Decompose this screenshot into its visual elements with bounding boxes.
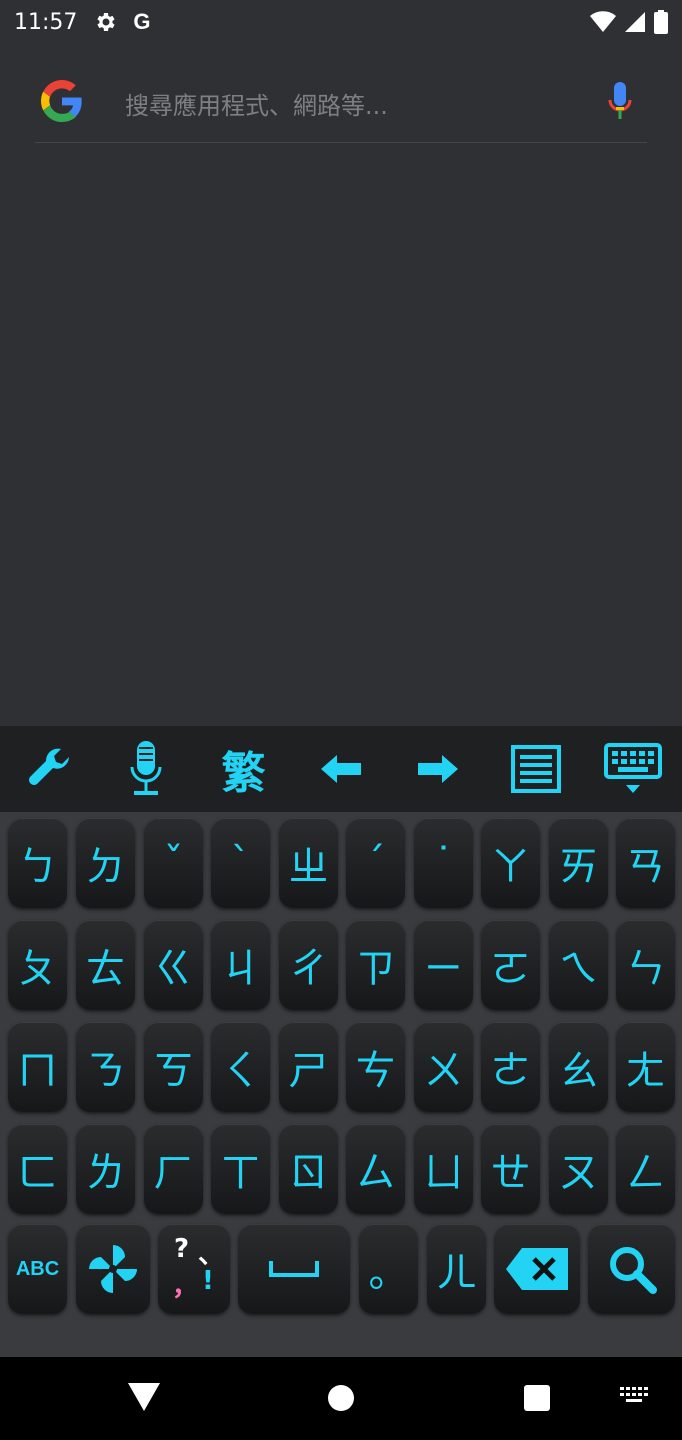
hide-keyboard-button[interactable] (585, 726, 682, 812)
key-sh[interactable]: ㄕ (279, 1022, 338, 1112)
home-circle-icon[interactable] (328, 1385, 354, 1411)
arrow-left-icon (320, 755, 361, 783)
key-ao[interactable]: ㄠ (549, 1022, 608, 1112)
abc-mode-key[interactable]: ABC (8, 1224, 67, 1314)
recents-square-icon[interactable] (524, 1385, 550, 1411)
key-zh[interactable]: ㄓ (279, 818, 338, 908)
key-j[interactable]: ㄐ (211, 920, 270, 1010)
key-t[interactable]: ㄊ (76, 920, 135, 1010)
key-eng[interactable]: ㄥ (616, 1124, 675, 1214)
input-method-switch-key[interactable] (76, 1224, 150, 1314)
key-eh[interactable]: ㄝ (481, 1124, 540, 1214)
key-a[interactable]: ㄚ (481, 818, 540, 908)
status-bar: 11:57 G (0, 0, 682, 44)
key-n[interactable]: ㄋ (76, 1022, 135, 1112)
google-status-icon: G (133, 9, 151, 34)
key-c[interactable]: ㄘ (346, 1022, 405, 1112)
key-h[interactable]: ㄏ (144, 1124, 203, 1214)
key-ai[interactable]: ㄞ (549, 818, 608, 908)
wrench-icon (28, 748, 69, 785)
key-tone5[interactable]: ˙ (414, 818, 473, 908)
key-ou[interactable]: ㄡ (549, 1124, 608, 1214)
search-enter-key[interactable] (588, 1224, 675, 1314)
key-p[interactable]: ㄆ (8, 920, 67, 1010)
key-m[interactable]: ㄇ (8, 1022, 67, 1112)
google-logo-icon (41, 80, 82, 122)
key-ei[interactable]: ㄟ (549, 920, 608, 1010)
traditional-chinese-toggle[interactable]: 繁 (195, 726, 292, 812)
traditional-label: 繁 (221, 748, 266, 799)
key-er[interactable]: ㄦ (427, 1224, 486, 1314)
key-tone3[interactable]: ˇ (144, 818, 203, 908)
punctuation-glyphs: ? 、 ， ! (172, 1234, 225, 1302)
key-l[interactable]: ㄌ (76, 1124, 135, 1214)
key-i[interactable]: ㄧ (414, 920, 473, 1010)
key-f[interactable]: ㄈ (8, 1124, 67, 1214)
search-bar[interactable]: 搜尋應用程式、網路等... (35, 62, 647, 143)
key-u[interactable]: ㄨ (414, 1022, 473, 1112)
navigation-bar (0, 1357, 682, 1440)
backspace-key[interactable] (494, 1224, 580, 1314)
key-s[interactable]: ㄙ (346, 1124, 405, 1214)
space-key[interactable] (238, 1224, 350, 1314)
backspace-icon (506, 1248, 568, 1290)
key-x[interactable]: ㄒ (211, 1124, 270, 1214)
clipboard-list-icon (510, 745, 561, 793)
key-b[interactable]: ㄅ (8, 818, 67, 908)
microphone-icon (130, 741, 162, 795)
key-g[interactable]: ㄍ (144, 920, 203, 1010)
key-ang[interactable]: ㄤ (616, 1022, 675, 1112)
key-r[interactable]: ㄖ (279, 1124, 338, 1214)
cursor-right-button[interactable] (390, 726, 487, 812)
key-en[interactable]: ㄣ (616, 920, 675, 1010)
punctuation-key[interactable]: ? 、 ， ! (158, 1224, 230, 1314)
key-yu[interactable]: ㄩ (414, 1124, 473, 1214)
key-o[interactable]: ㄛ (481, 920, 540, 1010)
key-q[interactable]: ㄑ (211, 1022, 270, 1112)
pinwheel-icon (89, 1245, 137, 1293)
key-tone2[interactable]: ˊ (346, 818, 405, 908)
search-icon (609, 1247, 657, 1294)
settings-gear-icon (97, 13, 116, 31)
keyboard-switcher-icon[interactable] (620, 1387, 650, 1407)
key-ch[interactable]: ㄔ (279, 920, 338, 1010)
keyboard-hide-icon (604, 743, 663, 793)
wifi-icon (590, 11, 616, 32)
voice-search-mic-icon[interactable] (607, 82, 633, 122)
key-tone4[interactable]: ˋ (211, 818, 270, 908)
key-d[interactable]: ㄉ (76, 818, 135, 908)
clipboard-button[interactable] (487, 726, 584, 812)
key-e[interactable]: ㄜ (481, 1022, 540, 1112)
key-k[interactable]: ㄎ (144, 1022, 203, 1112)
bopomofo-keyboard: ㄅ ㄉ ˇ ˋ ㄓ ˊ ˙ ㄚ ㄞ ㄢ ㄆ ㄊ ㄍ ㄐ ㄔ ㄗ ㄧ ㄛ ㄟ ㄣ … (0, 812, 682, 1357)
space-bar-icon (269, 1261, 319, 1277)
battery-icon (654, 10, 668, 34)
key-z[interactable]: ㄗ (346, 920, 405, 1010)
search-placeholder[interactable]: 搜尋應用程式、網路等... (125, 86, 388, 121)
arrow-right-icon (418, 755, 459, 783)
period-key[interactable]: 。 (359, 1224, 418, 1314)
clock: 11:57 (14, 9, 78, 35)
voice-input-button[interactable] (97, 726, 194, 812)
keyboard-toolbar: 繁 (0, 726, 682, 812)
cursor-left-button[interactable] (292, 726, 389, 812)
back-triangle-icon[interactable] (128, 1383, 160, 1411)
settings-wrench-button[interactable] (0, 726, 97, 812)
key-an[interactable]: ㄢ (616, 818, 675, 908)
cell-signal-icon (625, 12, 645, 32)
abc-label: ABC (15, 1257, 60, 1280)
